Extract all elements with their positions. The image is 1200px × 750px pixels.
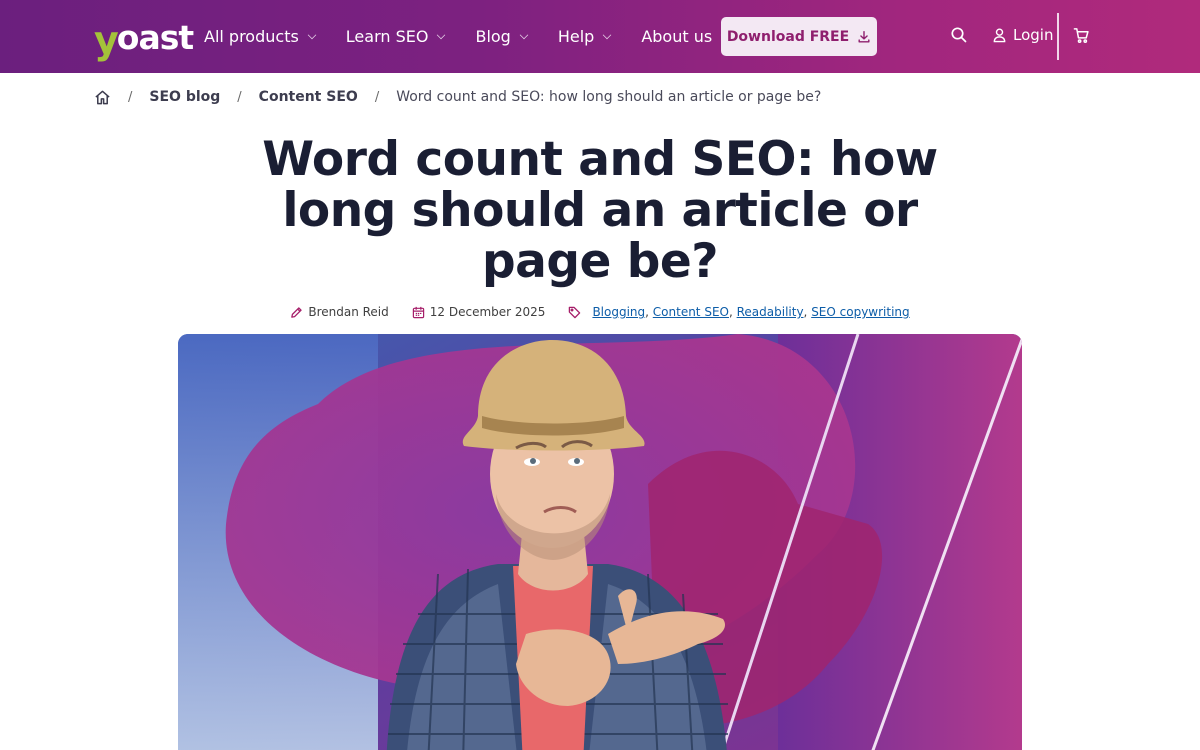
- tag-blogging[interactable]: Blogging: [592, 305, 645, 319]
- hero-image: [178, 334, 1022, 750]
- tag-readability[interactable]: Readability: [737, 305, 804, 319]
- date-text: 12 December 2025: [429, 305, 546, 319]
- download-label: Download FREE: [726, 28, 850, 45]
- nav-label: Learn SEO: [345, 27, 429, 46]
- calendar-icon: [412, 306, 424, 318]
- download-free-button[interactable]: Download FREE: [721, 17, 877, 56]
- yoast-logo[interactable]: y oast: [94, 12, 194, 62]
- chevron-down-icon: [437, 30, 446, 40]
- nav-label: All products: [204, 27, 299, 46]
- pencil-icon: [291, 306, 303, 318]
- nav-help[interactable]: Help: [557, 27, 612, 46]
- download-icon: [858, 30, 870, 43]
- publish-date: 12 December 2025: [412, 305, 546, 319]
- nav-label: About us: [641, 27, 713, 46]
- hero-illustration: [178, 334, 1022, 750]
- nav-label: Help: [557, 27, 595, 46]
- breadcrumb-current: Word count and SEO: how long should an a…: [396, 89, 822, 105]
- nav-about-us[interactable]: About us: [641, 27, 730, 46]
- tags: Blogging, Content SEO, Readability, SEO …: [568, 305, 910, 319]
- breadcrumb-separator: /: [237, 89, 242, 105]
- header-divider: [1057, 13, 1059, 60]
- page-title: Word count and SEO: how long should an a…: [262, 132, 938, 289]
- site-header: y oast All products Learn SEO Blog Help A…: [0, 0, 1200, 73]
- login-link[interactable]: Login: [992, 26, 1053, 44]
- logo-y: y: [94, 18, 119, 62]
- breadcrumb: / SEO blog / Content SEO / Word count an…: [94, 86, 821, 108]
- chevron-down-icon: [603, 30, 612, 40]
- main-nav: All products Learn SEO Blog Help About u…: [204, 0, 759, 73]
- breadcrumb-content-seo[interactable]: Content SEO: [259, 89, 358, 105]
- cart-icon[interactable]: [1073, 27, 1090, 44]
- nav-learn-seo[interactable]: Learn SEO: [346, 27, 446, 46]
- author-name: Brendan Reid: [308, 305, 389, 319]
- breadcrumb-seo-blog[interactable]: SEO blog: [149, 89, 220, 105]
- article-meta: Brendan Reid 12 December 2025 Blogging, …: [0, 302, 1200, 322]
- search-icon[interactable]: [950, 26, 968, 44]
- author: Brendan Reid: [290, 305, 389, 319]
- home-icon[interactable]: [94, 89, 111, 106]
- tag-seo-copywriting[interactable]: SEO copywriting: [811, 305, 909, 319]
- nav-label: Blog: [475, 27, 511, 46]
- user-icon: [993, 28, 1006, 43]
- chevron-down-icon: [519, 30, 529, 40]
- login-label: Login: [1013, 26, 1054, 44]
- breadcrumb-separator: /: [374, 89, 380, 105]
- tag-icon: [569, 306, 581, 318]
- logo-rest: oast: [116, 18, 194, 57]
- tag-list: Blogging, Content SEO, Readability, SEO …: [592, 305, 910, 319]
- chevron-down-icon: [307, 30, 317, 40]
- nav-all-products[interactable]: All products: [204, 27, 317, 46]
- nav-blog[interactable]: Blog: [475, 27, 529, 46]
- breadcrumb-separator: /: [128, 89, 133, 105]
- tag-content-seo[interactable]: Content SEO: [653, 305, 729, 319]
